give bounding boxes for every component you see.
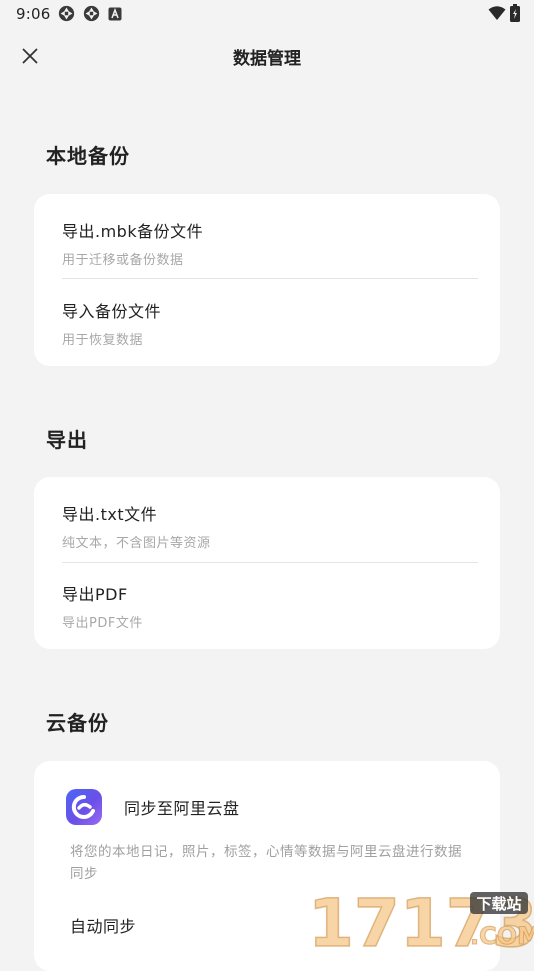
divider bbox=[62, 278, 478, 279]
item-title: 导入备份文件 bbox=[62, 302, 162, 321]
cloud-description: 将您的本地日记，照片，标签，心情等数据与阿里云盘进行数据同步 bbox=[70, 844, 462, 882]
aliyun-drive-sync-row[interactable]: 同步至阿里云盘 bbox=[66, 789, 240, 825]
aperture-icon bbox=[58, 5, 75, 22]
status-icons-right bbox=[488, 4, 520, 22]
item-title: 导出.mbk备份文件 bbox=[62, 222, 204, 241]
item-subtitle: 用于迁移或备份数据 bbox=[62, 253, 184, 268]
section-title-local-backup: 本地备份 bbox=[46, 144, 130, 168]
item-subtitle: 纯文本，不含图片等资源 bbox=[62, 536, 211, 551]
card-export: 导出.txt文件 纯文本，不含图片等资源 导出PDF 导出PDF文件 bbox=[34, 477, 500, 649]
app-bar: 数据管理 bbox=[0, 36, 534, 76]
item-title: 导出PDF bbox=[62, 585, 128, 604]
font-a-icon bbox=[108, 7, 122, 20]
section-title-cloud-backup: 云备份 bbox=[46, 711, 109, 735]
section-title-export: 导出 bbox=[46, 428, 88, 452]
page-title: 数据管理 bbox=[233, 49, 301, 69]
auto-sync-label[interactable]: 自动同步 bbox=[70, 913, 136, 937]
import-backup-item[interactable]: 导入备份文件 用于恢复数据 bbox=[62, 298, 478, 348]
item-subtitle: 用于恢复数据 bbox=[62, 333, 144, 348]
export-pdf-item[interactable]: 导出PDF 导出PDF文件 bbox=[62, 581, 478, 631]
item-title: 导出.txt文件 bbox=[62, 505, 158, 524]
aliyun-drive-logo-icon bbox=[66, 789, 102, 825]
card-local-backup: 导出.mbk备份文件 用于迁移或备份数据 导入备份文件 用于恢复数据 bbox=[34, 194, 500, 366]
watermark-domain: .COM bbox=[470, 922, 534, 950]
export-txt-item[interactable]: 导出.txt文件 纯文本，不含图片等资源 bbox=[62, 501, 478, 551]
cloud-service-name: 同步至阿里云盘 bbox=[124, 799, 240, 818]
item-subtitle: 导出PDF文件 bbox=[62, 616, 143, 631]
export-mbk-item[interactable]: 导出.mbk备份文件 用于迁移或备份数据 bbox=[62, 218, 478, 268]
watermark-tag: 下载站 bbox=[476, 895, 521, 913]
status-icons-left bbox=[58, 5, 122, 22]
wifi-icon bbox=[488, 6, 506, 20]
status-bar: 9:06 bbox=[0, 0, 534, 28]
aperture-icon bbox=[83, 5, 100, 22]
battery-charging-icon bbox=[510, 4, 520, 22]
divider bbox=[62, 562, 478, 563]
watermark-logo: 17173 下载站 .COM bbox=[302, 884, 534, 963]
status-time: 9:06 bbox=[16, 5, 51, 23]
